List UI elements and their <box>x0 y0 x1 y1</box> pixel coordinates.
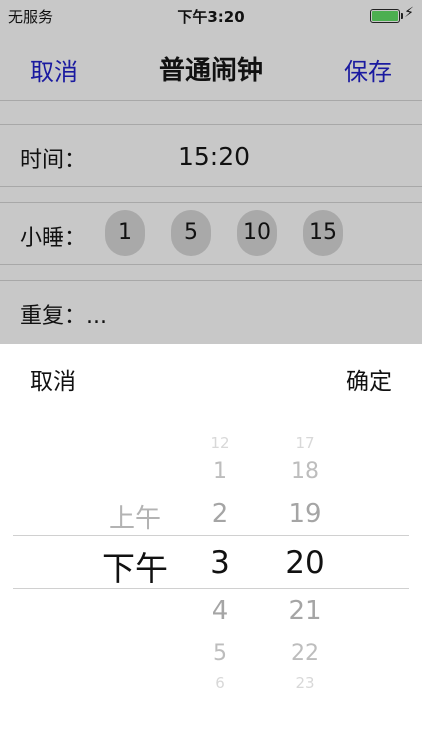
nav-save-button[interactable]: 保存 <box>344 52 392 87</box>
picker-minute-below-1[interactable]: 21 <box>265 596 345 626</box>
repeat-label[interactable]: 重复：... <box>20 298 107 330</box>
picker-selection-line-top <box>13 535 409 536</box>
picker-hour-above-2[interactable]: 1 <box>185 459 255 484</box>
battery-icon <box>370 9 403 23</box>
divider <box>0 280 422 281</box>
snooze-option-15[interactable]: 15 <box>303 210 343 256</box>
divider <box>0 186 422 187</box>
picker-minute-above-2[interactable]: 18 <box>265 459 345 484</box>
battery-fill <box>372 11 398 21</box>
time-value[interactable]: 15:20 <box>178 142 250 171</box>
picker-hour-below-1[interactable]: 4 <box>185 596 255 626</box>
picker-selection-line-bottom <box>13 588 409 589</box>
picker-hour-above-1[interactable]: 2 <box>185 499 255 529</box>
picker-confirm-button[interactable]: 确定 <box>346 362 392 396</box>
picker-ampm-above[interactable]: 上午 <box>85 498 185 535</box>
picker-minute-selected[interactable]: 20 <box>265 545 345 581</box>
snooze-option-10[interactable]: 10 <box>237 210 277 256</box>
divider <box>0 264 422 265</box>
picker-hour-above-3[interactable]: 12 <box>185 434 255 452</box>
divider <box>0 202 422 203</box>
picker-hour-below-2[interactable]: 5 <box>185 641 255 666</box>
picker-cancel-button[interactable]: 取消 <box>30 362 76 396</box>
time-picker-sheet: 取消 确定 上午 下午 12 1 2 3 4 5 6 17 18 19 20 2… <box>0 344 422 750</box>
time-label: 时间： <box>20 148 87 173</box>
picker-hour-selected[interactable]: 3 <box>185 545 255 581</box>
snooze-label: 小睡： <box>20 226 87 251</box>
navigation-bar: 取消 普通闹钟 保存 <box>0 32 422 100</box>
picker-minute-above-1[interactable]: 19 <box>265 499 345 529</box>
picker-hour-below-3[interactable]: 6 <box>185 674 255 692</box>
picker-minute-below-2[interactable]: 22 <box>265 641 345 666</box>
picker-minute-above-3[interactable]: 17 <box>265 434 345 452</box>
bolt-icon: ⚡ <box>404 5 414 21</box>
picker-minute-below-3[interactable]: 23 <box>265 674 345 692</box>
status-bar: 无服务 下午3:20 ⚡ <box>0 0 422 32</box>
divider <box>0 100 422 101</box>
snooze-option-1[interactable]: 1 <box>105 210 145 256</box>
snooze-option-5[interactable]: 5 <box>171 210 211 256</box>
divider <box>0 124 422 125</box>
status-time: 下午3:20 <box>177 8 245 26</box>
picker-ampm-selected[interactable]: 下午 <box>85 542 185 590</box>
